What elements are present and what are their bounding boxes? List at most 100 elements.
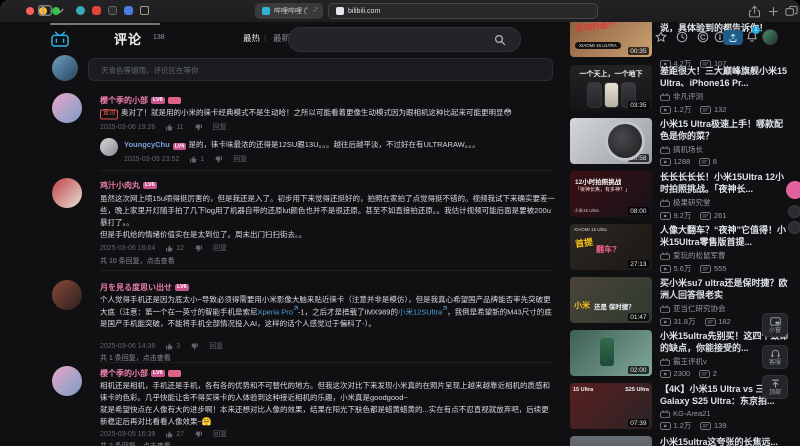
comments-title: 评论 <box>114 32 143 47</box>
tab-bilibili-home[interactable]: 哔哩哔哩 (゜-゜)... <box>255 3 323 19</box>
commenter-avatar[interactable] <box>52 93 82 123</box>
dislike-button[interactable] <box>194 244 203 253</box>
new-tab-icon[interactable] <box>768 6 779 17</box>
video-thumbnail[interactable]: 反向升级?! XIAOMI 15 ULTRA 00:35 <box>570 22 652 57</box>
commenter-name[interactable]: 月を見る度思い出せ LV6 <box>100 282 189 293</box>
like-button[interactable]: 27 <box>165 430 184 439</box>
video-duration: 00:58 <box>627 154 649 162</box>
dislike-button[interactable] <box>214 155 223 164</box>
vip-badge <box>167 370 181 377</box>
reply-avatar[interactable] <box>100 138 118 156</box>
video-title[interactable]: 小米15 Ultra极速上手！哪款配色是你的菜？ <box>660 118 792 142</box>
float-circle-button[interactable] <box>788 221 800 234</box>
back-to-top-button[interactable]: 顶部 <box>762 375 788 399</box>
video-title[interactable]: 长长长长长！小米15Ultra 12小时拍照挑战。「夜神长... <box>660 171 792 195</box>
video-author[interactable]: 极果研究堂 <box>660 197 792 208</box>
tab-title: bilibili.com <box>348 7 381 15</box>
my-avatar[interactable] <box>52 55 78 81</box>
video-card[interactable]: 一个天上，一个地下 03:35 差距很大！三大巅峰旗舰小米15 Ultra、iP… <box>570 65 792 115</box>
search-icon[interactable] <box>494 34 506 46</box>
video-title[interactable]: 人像大翻车？“夜神”它值得！小米15Ultra零售版首提... <box>660 224 792 248</box>
commenter-avatar[interactable] <box>52 280 82 310</box>
sort-hot-tab[interactable]: 最热 <box>243 32 260 44</box>
play-count: 1288 <box>660 157 690 166</box>
video-author[interactable]: KG-Area21 <box>660 409 792 418</box>
reply-button[interactable]: 回复 <box>209 341 223 351</box>
video-author[interactable]: 非凡评测 <box>660 91 792 102</box>
video-card[interactable]: 00:58 小米15 Ultra极速上手！哪款配色是你的菜？ 搞机场长 1288… <box>570 118 792 168</box>
commenter-name[interactable]: 樱个季的小部 LV6 <box>100 368 181 379</box>
chevron-down-icon[interactable] <box>56 8 64 14</box>
video-card[interactable]: 12小时拍照挑战 「夜神长焦，有多神？」 小米15 Ultra 08:00 长长… <box>570 171 792 221</box>
search-input[interactable] <box>288 27 521 52</box>
share-action-button[interactable] <box>723 30 743 45</box>
comment-date: 2025-03-06 18:04 <box>100 244 156 252</box>
video-thumbnail[interactable] <box>570 436 652 446</box>
video-thumbnail[interactable]: 小米 还是 保时捷？ 01:47 <box>570 277 652 323</box>
mini-player-button[interactable]: 小窗 <box>762 313 788 337</box>
play-count: 31.8万 <box>660 316 696 327</box>
danmaku-count: 261 <box>700 211 726 220</box>
view-replies-link[interactable]: 共 2 条回复，点击查看 <box>100 441 171 446</box>
video-title[interactable]: 差距很大！三大巅峰旗舰小米15 Ultra、iPhone16 Pr... <box>660 65 792 89</box>
video-title[interactable]: 买小米su7 ultra还是保时捷？欧洲人回答很老实 <box>660 277 792 301</box>
like-button[interactable]: 11 <box>165 123 184 132</box>
sidebar-toggle-icon[interactable] <box>38 5 52 16</box>
user-avatar[interactable] <box>762 29 778 45</box>
share-icon[interactable] <box>748 5 761 18</box>
extension-glasses-icon[interactable] <box>108 6 117 15</box>
video-thumbnail[interactable]: 一个天上，一个地下 03:35 <box>570 65 652 111</box>
link-xiaomi-12s-ultra[interactable]: 小米12SUltra <box>398 307 442 316</box>
video-author[interactable]: 爱玩的松鼠军曹 <box>660 250 792 261</box>
dislike-button[interactable] <box>194 430 203 439</box>
float-circle-button[interactable] <box>788 205 800 218</box>
reply-button[interactable]: 回复 <box>233 154 247 164</box>
like-button[interactable]: 3 <box>165 342 180 351</box>
extension-teal-icon[interactable] <box>76 6 85 15</box>
dislike-button[interactable] <box>190 342 199 351</box>
video-card[interactable]: 15 Ultra S25 Ultra 07:39 【4K】小米15 Ultra … <box>570 383 792 433</box>
video-author[interactable]: 搞机场长 <box>660 144 792 155</box>
video-thumbnail[interactable]: 12小时拍照挑战 「夜神长焦，有多神？」 小米15 Ultra 08:00 <box>570 171 652 217</box>
extension-blue-icon[interactable] <box>124 6 133 15</box>
like-button[interactable]: 12 <box>165 244 184 253</box>
customer-service-button[interactable]: 客服 <box>762 345 788 369</box>
video-card[interactable]: 小米 还是 保时捷？ 01:47 买小米su7 ultra还是保时捷？欧洲人回答… <box>570 277 792 327</box>
reply-author-name[interactable]: YoungcyChu <box>124 140 170 149</box>
video-card[interactable]: 02:00 小米15ultra先别买！这四个致命的缺点，你能接受的... 霸王评… <box>570 330 792 380</box>
commenter-name[interactable]: 樱个季的小部 LV6 <box>100 95 181 106</box>
phone-shape <box>605 83 618 107</box>
commenter-avatar[interactable] <box>52 178 82 208</box>
commenter-name[interactable]: 鸡汁小肉丸 LV6 <box>100 180 157 191</box>
feedback-float-button[interactable] <box>786 181 800 199</box>
level-badge: LV6 <box>172 142 187 150</box>
video-thumbnail[interactable]: XIAOMI 15 Ultra 首提 翻车? 27:13 <box>570 224 652 270</box>
comment-meta: 2025-03-06 14:38 3 回复 <box>100 341 223 351</box>
extension-red-icon[interactable] <box>92 6 101 15</box>
video-thumbnail[interactable]: 02:00 <box>570 330 652 376</box>
video-card[interactable]: XIAOMI 15 Ultra 首提 翻车? 27:13 人像大翻车？“夜神”它… <box>570 224 792 274</box>
commenter-avatar[interactable] <box>52 366 82 396</box>
view-replies-link[interactable]: 共 10 条回复，点击查看 <box>100 256 175 266</box>
video-card[interactable]: 小米15ultra这夸张的长焦远... <box>570 436 792 446</box>
watch-later-icon[interactable] <box>676 31 688 43</box>
like-button[interactable]: 1 <box>189 155 204 164</box>
tab-bilibili-active[interactable]: bilibili.com <box>328 3 598 19</box>
reply-button[interactable]: 回复 <box>213 429 227 439</box>
tab-overview-icon[interactable] <box>785 5 798 17</box>
reply-button[interactable]: 回复 <box>213 122 227 132</box>
dislike-button[interactable] <box>194 123 203 132</box>
thumbnail-overlay-text: 反向升级?! <box>575 22 616 34</box>
reply-button[interactable]: 回复 <box>213 243 227 253</box>
video-thumbnail[interactable]: 00:58 <box>570 118 652 164</box>
link-xperia-pro[interactable]: Xperia Pro <box>258 307 293 316</box>
close-window-button[interactable] <box>26 7 34 15</box>
copyright-icon[interactable] <box>697 31 709 43</box>
video-title[interactable]: 小米15ultra这夸张的长焦远... <box>660 436 792 446</box>
video-thumbnail[interactable]: 15 Ultra S25 Ultra 07:39 <box>570 383 652 429</box>
extension-tv-icon[interactable] <box>140 6 149 15</box>
favorite-star-icon[interactable] <box>655 31 667 43</box>
comment-input-box[interactable]: 天青色等烟雨，评论区在等你 <box>88 58 553 81</box>
play-count: 9.2万 <box>660 210 691 221</box>
browser-titlebar: 哔哩哔哩 (゜-゜)... bilibili.com <box>0 0 800 22</box>
